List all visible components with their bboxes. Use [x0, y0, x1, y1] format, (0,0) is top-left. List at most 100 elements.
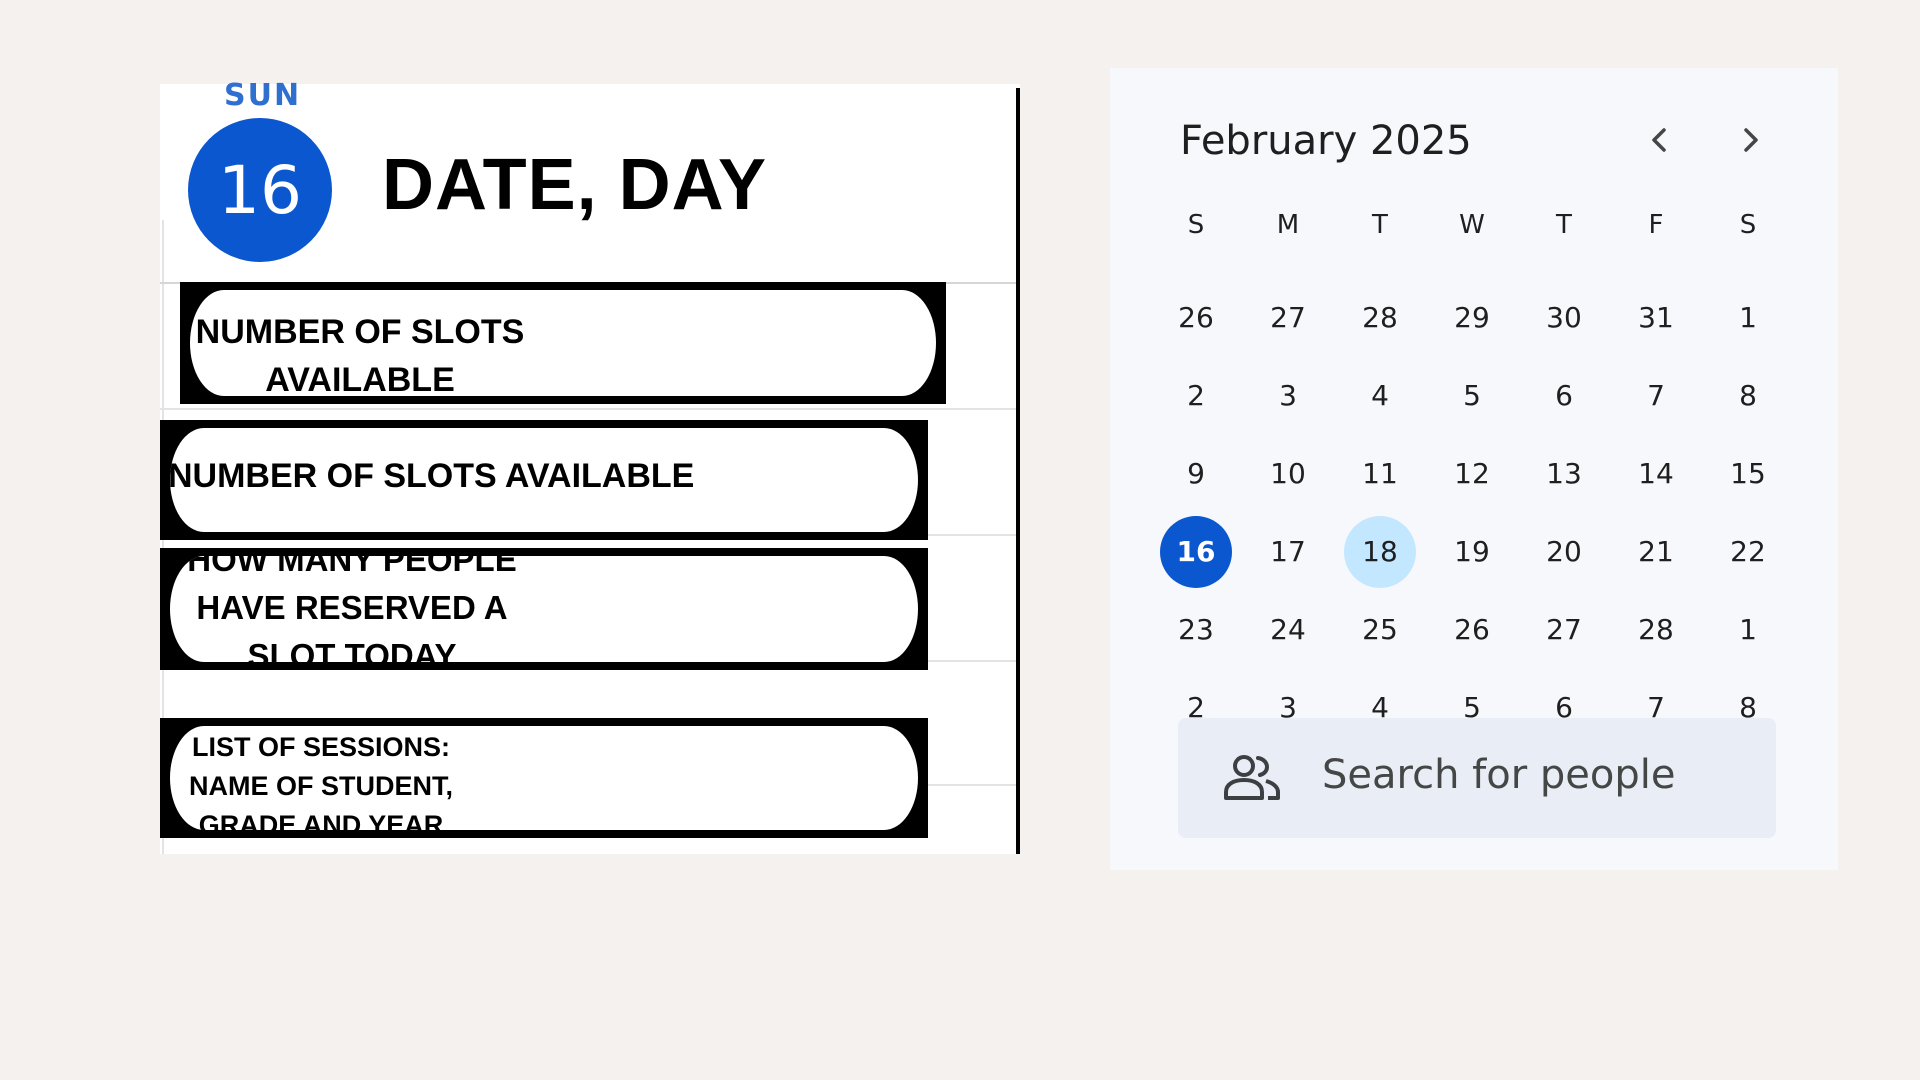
page-title: DATE, DAY: [382, 145, 768, 225]
weekday-label: S: [1739, 210, 1757, 240]
calendar-day[interactable]: 27: [1242, 282, 1334, 354]
calendar-day[interactable]: 22: [1702, 516, 1794, 588]
calendar-day-number: 10: [1270, 457, 1306, 490]
calendar-day[interactable]: 23: [1150, 594, 1242, 666]
calendar-day-number: 5: [1463, 379, 1481, 412]
calendar-day[interactable]: 12: [1426, 438, 1518, 510]
calendar-day-number: 15: [1730, 457, 1766, 490]
calendar-day-number: 7: [1647, 379, 1665, 412]
hour-gridline: [160, 408, 1016, 410]
calendar-day-number: 26: [1454, 613, 1490, 646]
calendar-day[interactable]: 9: [1150, 438, 1242, 510]
calendar-day[interactable]: 19: [1426, 516, 1518, 588]
calendar-day[interactable]: 1: [1702, 594, 1794, 666]
slot-card-body: LIST OF SESSIONS: NAME OF STUDENT, GRADE…: [170, 726, 918, 830]
calendar-day[interactable]: 15: [1702, 438, 1794, 510]
calendar-day[interactable]: 6: [1518, 360, 1610, 432]
calendar-day-number: 1: [1739, 613, 1757, 646]
mini-calendar: February 2025 S M T W T F S 26 27 28 29 30 31…: [1110, 68, 1838, 870]
calendar-day[interactable]: 31: [1610, 282, 1702, 354]
panel-border: [1016, 88, 1020, 854]
slot-card-reserved[interactable]: HOW MANY PEOPLE HAVE RESERVED A SLOT TOD…: [160, 548, 928, 670]
weekday-label: T: [1556, 210, 1572, 240]
calendar-day-number: 16: [1160, 516, 1232, 588]
next-month-button[interactable]: [1730, 120, 1770, 160]
calendar-day-number: 2: [1187, 379, 1205, 412]
calendar-day-number: 25: [1362, 613, 1398, 646]
calendar-day-number: 12: [1454, 457, 1490, 490]
calendar-day[interactable]: 4: [1334, 360, 1426, 432]
calendar-day[interactable]: 26: [1150, 282, 1242, 354]
calendar-day-number: 13: [1546, 457, 1582, 490]
calendar-day[interactable]: 11: [1334, 438, 1426, 510]
calendar-day-number: 6: [1555, 379, 1573, 412]
calendar-day-number: 21: [1638, 535, 1674, 568]
calendar-day[interactable]: 10: [1242, 438, 1334, 510]
calendar-day[interactable]: 21: [1610, 516, 1702, 588]
calendar-day-number: 23: [1178, 613, 1214, 646]
calendar-day-number: 9: [1187, 457, 1205, 490]
calendar-week-row: 26 27 28 29 30 31 1: [1150, 282, 1794, 354]
search-people-input[interactable]: Search for people: [1178, 718, 1776, 838]
calendar-day[interactable]: 17: [1242, 516, 1334, 588]
calendar-day-number: 29: [1454, 301, 1490, 334]
calendar-day[interactable]: 25: [1334, 594, 1426, 666]
calendar-day[interactable]: 26: [1426, 594, 1518, 666]
calendar-day[interactable]: 2: [1150, 360, 1242, 432]
calendar-day[interactable]: 18: [1334, 516, 1426, 588]
calendar-week-row: 23 24 25 26 27 28 1: [1150, 594, 1794, 666]
slot-card-text: NUMBER OF SLOTS AVAILABLE: [170, 457, 695, 495]
weekday-label: F: [1648, 210, 1664, 240]
calendar-day-number: 17: [1270, 535, 1306, 568]
calendar-day-number: 26: [1178, 301, 1214, 334]
calendar-day[interactable]: 13: [1518, 438, 1610, 510]
weekday-label: T: [1372, 210, 1388, 240]
calendar-day-number: 27: [1270, 301, 1306, 334]
calendar-day[interactable]: 8: [1702, 360, 1794, 432]
slot-card-text: LIST OF SESSIONS: NAME OF STUDENT, GRADE…: [188, 732, 453, 830]
chevron-right-icon: [1744, 128, 1758, 152]
date-badge[interactable]: 16: [188, 118, 332, 262]
calendar-day-number: 11: [1362, 457, 1398, 490]
prev-month-button[interactable]: [1640, 120, 1680, 160]
slot-card-body: NUMBER OF SLOTS AVAILABLE: [190, 290, 936, 396]
slot-card-text: NUMBER OF SLOTS AVAILABLE: [195, 313, 525, 396]
month-label: February 2025: [1180, 118, 1472, 164]
calendar-day-number: 3: [1279, 379, 1297, 412]
calendar-day-number: 14: [1638, 457, 1674, 490]
day-view-panel: SUN 16 DATE, DAY NUMBER OF SLOTS AVAILAB…: [160, 78, 1020, 854]
calendar-day[interactable]: 1: [1702, 282, 1794, 354]
search-placeholder: Search for people: [1322, 752, 1676, 798]
calendar-day-number: 30: [1546, 301, 1582, 334]
slot-card-available-2[interactable]: NUMBER OF SLOTS AVAILABLE: [160, 420, 928, 540]
day-of-week-label: SUN: [224, 78, 302, 113]
calendar-day[interactable]: 20: [1518, 516, 1610, 588]
calendar-day[interactable]: 14: [1610, 438, 1702, 510]
calendar-day-number: 1: [1739, 301, 1757, 334]
calendar-week-row: 9 10 11 12 13 14 15: [1150, 438, 1794, 510]
slot-card-available[interactable]: NUMBER OF SLOTS AVAILABLE: [180, 282, 946, 404]
weekday-label: W: [1459, 210, 1485, 240]
weekday-header: S M T W T F S: [1150, 210, 1794, 240]
calendar-day[interactable]: 28: [1334, 282, 1426, 354]
calendar-day[interactable]: 3: [1242, 360, 1334, 432]
calendar-day[interactable]: 16: [1150, 516, 1242, 588]
slot-card-sessions[interactable]: LIST OF SESSIONS: NAME OF STUDENT, GRADE…: [160, 718, 928, 838]
calendar-day[interactable]: 7: [1610, 360, 1702, 432]
calendar-day[interactable]: 30: [1518, 282, 1610, 354]
calendar-day[interactable]: 5: [1426, 360, 1518, 432]
weekday-label: S: [1187, 210, 1205, 240]
calendar-week-row: 2 3 4 5 6 7 8: [1150, 360, 1794, 432]
calendar-day[interactable]: 28: [1610, 594, 1702, 666]
chevron-left-icon: [1652, 128, 1666, 152]
calendar-day[interactable]: 29: [1426, 282, 1518, 354]
calendar-day[interactable]: 24: [1242, 594, 1334, 666]
calendar-day[interactable]: 27: [1518, 594, 1610, 666]
day-header: SUN 16 DATE, DAY: [160, 78, 1016, 284]
calendar-day-number: 28: [1638, 613, 1674, 646]
weekday-label: M: [1276, 210, 1300, 240]
calendar-day-number: 19: [1454, 535, 1490, 568]
slot-card-text: HOW MANY PEOPLE HAVE RESERVED A SLOT TOD…: [187, 556, 517, 662]
calendar-day-number: 20: [1546, 535, 1582, 568]
people-icon: [1224, 755, 1280, 800]
